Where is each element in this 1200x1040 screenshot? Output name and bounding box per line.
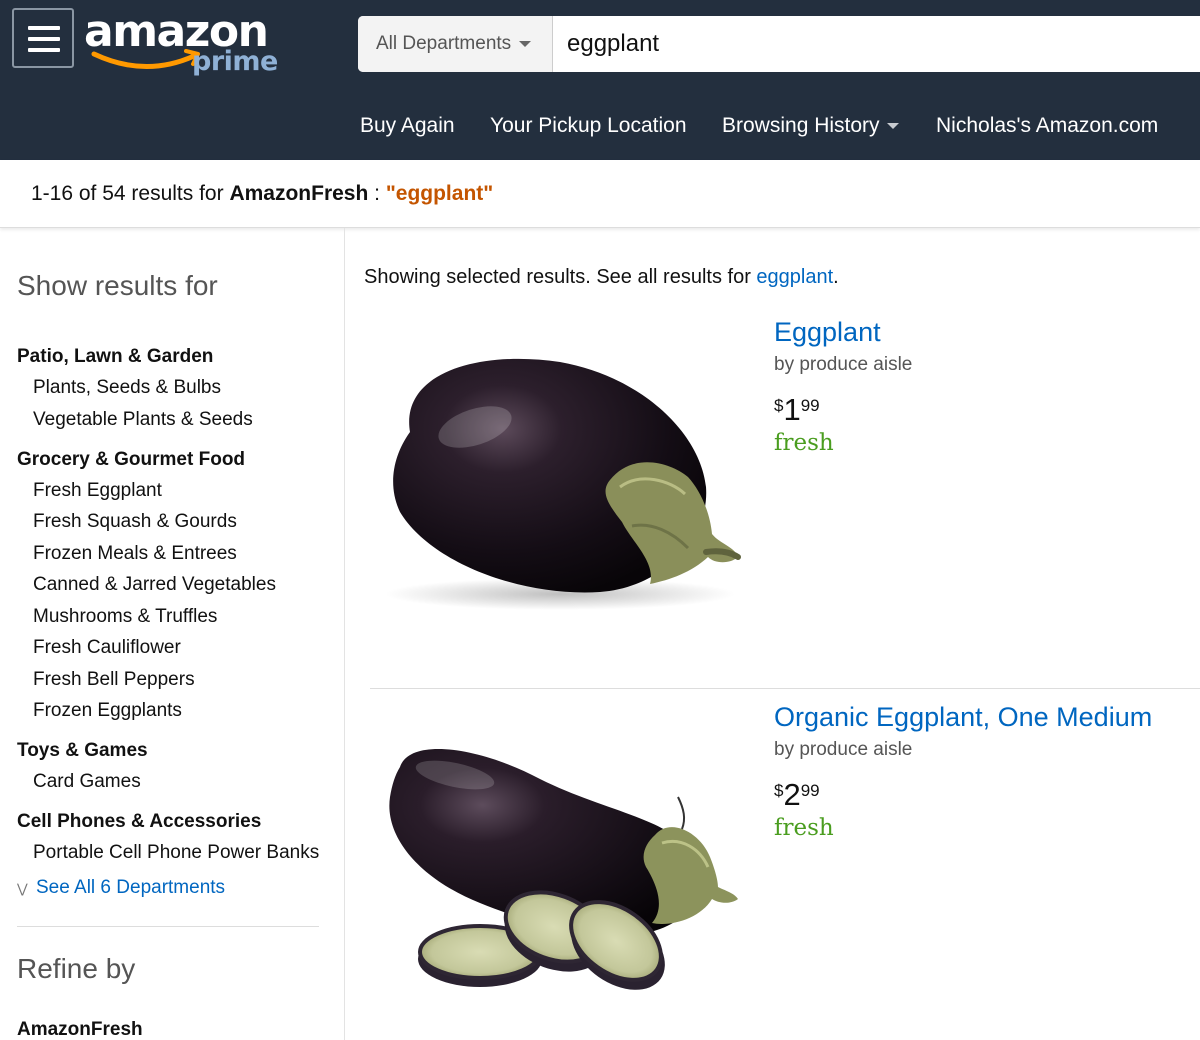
product-byline: by produce aisle: [774, 739, 913, 760]
price-currency: $: [774, 781, 784, 800]
price-fraction: 99: [800, 396, 820, 415]
sidebar-item-frozen-meals-entrees[interactable]: Frozen Meals & Entrees: [33, 543, 237, 565]
search-input[interactable]: [553, 16, 1200, 72]
nav-pickup-location[interactable]: Your Pickup Location: [490, 114, 687, 138]
sidebar-category-grocery[interactable]: Grocery & Gourmet Food: [17, 449, 245, 471]
product-title-link[interactable]: Eggplant: [774, 317, 881, 348]
see-all-results-link[interactable]: eggplant: [756, 266, 833, 288]
top-header: amazon prime All Departments Buy Again Y…: [0, 0, 1200, 160]
sidebar-item-vegetable-plants-seeds[interactable]: Vegetable Plants & Seeds: [33, 409, 253, 431]
department-label: All Departments: [376, 33, 512, 54]
logo-prime-text: prime: [192, 46, 278, 77]
sidebar-category-patio[interactable]: Patio, Lawn & Garden: [17, 346, 213, 368]
fresh-badge: fresh: [774, 815, 834, 841]
sidebar-item-frozen-eggplants[interactable]: Frozen Eggplants: [33, 700, 182, 722]
sidebar-category-cell-phones[interactable]: Cell Phones & Accessories: [17, 811, 261, 833]
results-separator: :: [368, 182, 386, 205]
refine-by-heading: Refine by: [17, 953, 136, 984]
product-byline: by produce aisle: [774, 354, 913, 375]
fresh-badge: fresh: [774, 430, 834, 456]
price-whole: 2: [783, 777, 801, 812]
sidebar-item-power-banks[interactable]: Portable Cell Phone Power Banks: [33, 842, 319, 864]
chevron-down-icon: [886, 123, 899, 130]
results-range: 1-16 of 54 results for: [31, 182, 230, 205]
nav-your-amazon[interactable]: Nicholas's Amazon.com: [936, 114, 1158, 138]
amazon-prime-logo[interactable]: amazon prime: [84, 4, 284, 84]
product-title-link[interactable]: Organic Eggplant, One Medium: [774, 702, 1152, 733]
show-results-heading: Show results for: [17, 270, 218, 301]
sidebar-item-plants-seeds-bulbs[interactable]: Plants, Seeds & Bulbs: [33, 377, 221, 399]
nav-browsing-history[interactable]: Browsing History: [722, 114, 899, 138]
nav-buy-again[interactable]: Buy Again: [360, 114, 455, 138]
sidebar-divider: [17, 926, 319, 927]
sidebar-item-fresh-bell-peppers[interactable]: Fresh Bell Peppers: [33, 669, 195, 691]
see-all-label: See All 6 Departments: [36, 877, 226, 898]
menu-icon[interactable]: [12, 8, 74, 68]
sidebar-item-canned-jarred-vegetables[interactable]: Canned & Jarred Vegetables: [33, 574, 276, 596]
results-summary: 1-16 of 54 results for AmazonFresh : "eg…: [0, 160, 1200, 228]
sidebar-item-fresh-squash-gourds[interactable]: Fresh Squash & Gourds: [33, 511, 237, 533]
double-chevron-down-icon: ⋁: [17, 881, 28, 896]
search-bar: All Departments: [358, 16, 1200, 72]
refine-amazonfresh-heading: AmazonFresh: [17, 1019, 143, 1040]
product-price: $199: [774, 392, 820, 428]
results-query: "eggplant": [385, 182, 494, 205]
showing-prefix: Showing selected results. See all result…: [364, 266, 757, 288]
organic-eggplant-product-image[interactable]: [370, 697, 750, 1027]
sidebar-item-fresh-eggplant[interactable]: Fresh Eggplant: [33, 480, 162, 502]
price-whole: 1: [783, 392, 801, 427]
see-all-departments-link[interactable]: ⋁ See All 6 Departments: [17, 877, 225, 899]
sidebar-item-mushrooms-truffles[interactable]: Mushrooms & Truffles: [33, 606, 217, 628]
chevron-down-icon: [519, 40, 532, 47]
nav-browsing-history-label: Browsing History: [722, 114, 880, 137]
department-dropdown[interactable]: All Departments: [358, 16, 553, 72]
showing-suffix: .: [833, 266, 839, 288]
product-card: Eggplant by produce aisle $199 fresh: [370, 312, 1200, 682]
eggplant-product-image[interactable]: [370, 312, 750, 642]
product-price: $299: [774, 777, 820, 813]
product-card: Organic Eggplant, One Medium by produce …: [370, 697, 1200, 1040]
nav-bar: Buy Again Your Pickup Location Browsing …: [0, 114, 1200, 148]
sidebar-category-toys-games[interactable]: Toys & Games: [17, 740, 148, 762]
sidebar-item-card-games[interactable]: Card Games: [33, 771, 141, 793]
sidebar-item-fresh-cauliflower[interactable]: Fresh Cauliflower: [33, 637, 181, 659]
results-store: AmazonFresh: [229, 182, 369, 205]
result-divider: [370, 688, 1200, 689]
price-fraction: 99: [800, 781, 820, 800]
showing-selected-results: Showing selected results. See all result…: [364, 266, 839, 289]
price-currency: $: [774, 396, 784, 415]
